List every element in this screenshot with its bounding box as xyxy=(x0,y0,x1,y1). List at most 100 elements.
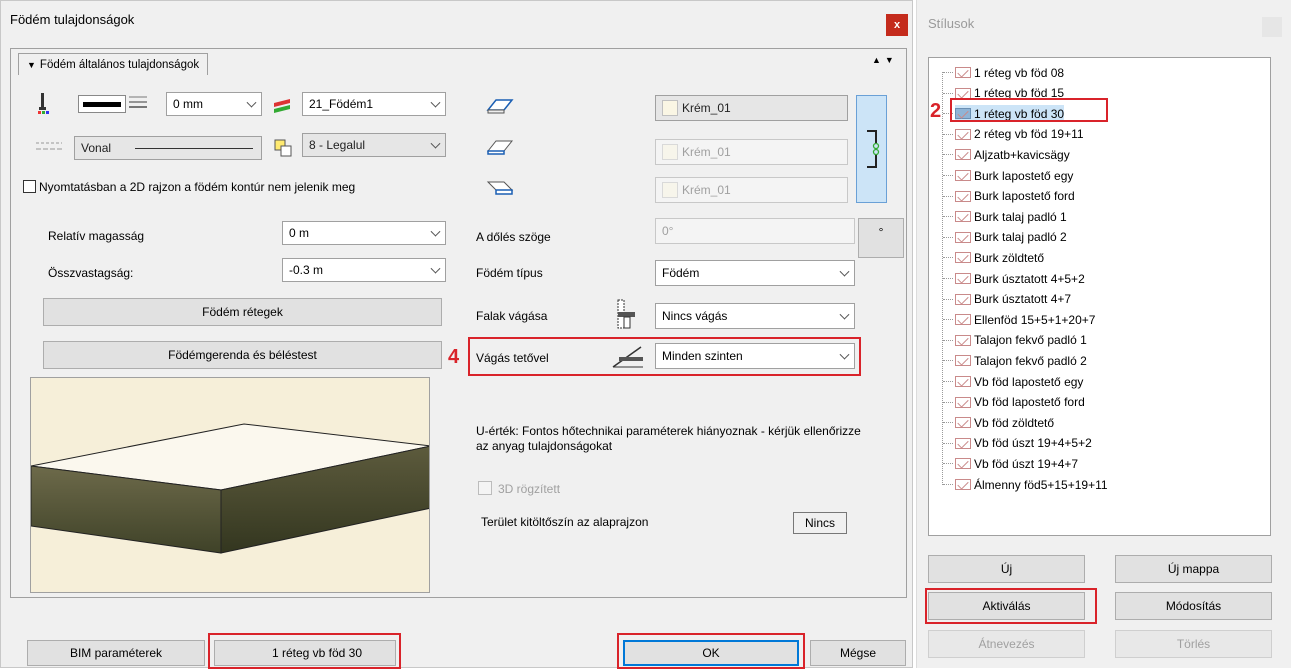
cancel-button[interactable]: Mégse xyxy=(810,640,906,666)
line-thickness-select[interactable]: 0 mm xyxy=(166,92,262,116)
style-icon xyxy=(955,273,971,284)
tree-connector xyxy=(943,401,953,403)
wall-cut-label: Falak vágása xyxy=(476,309,548,323)
annotation-number-2: 2 xyxy=(930,100,942,122)
relative-height-input[interactable]: 0 m xyxy=(282,221,446,245)
roof-cut-icon xyxy=(611,343,645,369)
floor-slab-preview-icon xyxy=(30,423,432,554)
annotation-number-4: 4 xyxy=(448,346,460,368)
style-icon xyxy=(955,417,971,429)
style-item-label: Álmenny föd5+15+19+11 xyxy=(974,477,1108,492)
tree-connector xyxy=(943,257,953,259)
new-folder-button[interactable]: Új mappa xyxy=(1115,555,1272,583)
3d-preview xyxy=(30,377,432,593)
relative-height-label: Relatív magasság xyxy=(48,229,145,243)
style-tree-item[interactable]: Burk úsztatott 4+7 xyxy=(943,291,1072,308)
material-side-swatch xyxy=(662,182,678,198)
style-tree-item[interactable]: Burk zöldtető xyxy=(943,249,1044,266)
style-icon xyxy=(955,149,971,161)
tree-connector xyxy=(943,422,953,424)
print-contour-checkbox[interactable] xyxy=(23,180,36,193)
line-type-value: Vonal xyxy=(81,141,112,155)
tree-connector xyxy=(943,92,953,94)
rename-button[interactable]: Átnevezés xyxy=(928,630,1085,658)
style-tree-item[interactable]: Burk lapostető ford xyxy=(943,188,1075,205)
link-materials-toggle[interactable] xyxy=(856,95,887,203)
chain-link-icon xyxy=(866,130,879,168)
slope-label: A dőlés szöge xyxy=(476,230,551,244)
style-tree-item[interactable]: 1 réteg vb föd 08 xyxy=(943,64,1065,81)
thickness-value: -0.3 m xyxy=(289,263,324,277)
line-type-select[interactable]: Vonal xyxy=(74,136,262,160)
wall-cut-icon xyxy=(615,298,637,330)
relative-height-value: 0 m xyxy=(289,226,310,240)
style-tree-item[interactable]: Burk úsztatott 4+5+2 xyxy=(943,270,1085,287)
style-tree-item[interactable]: Burk lapostető egy xyxy=(943,167,1073,184)
style-item-label: Burk úsztatott 4+7 xyxy=(974,292,1072,307)
slope-input[interactable]: 0° xyxy=(655,218,855,244)
style-tree-item[interactable]: Burk talaj padló 1 xyxy=(943,208,1067,225)
tree-connector xyxy=(943,463,953,465)
modify-button[interactable]: Módosítás xyxy=(1115,592,1272,620)
line-weight-icon xyxy=(129,95,147,109)
style-tree-item[interactable]: Vb föd lapostető egy xyxy=(943,373,1083,390)
bim-parameters-button[interactable]: BIM paraméterek xyxy=(27,640,205,666)
material-bottom-field[interactable]: Krém_01 xyxy=(655,139,848,165)
style-tree-item[interactable]: Vb föd úszt 19+4+5+2 xyxy=(943,435,1092,452)
close-button[interactable]: x xyxy=(886,14,908,36)
roof-cut-label: Vágás tetővel xyxy=(476,351,549,365)
wall-cut-select[interactable]: Nincs vágás xyxy=(655,303,855,329)
material-side-icon xyxy=(484,178,514,198)
material-top-field[interactable]: Krém_01 xyxy=(655,95,848,121)
print-contour-label: Nyomtatásban a 2D rajzon a födém kontúr … xyxy=(39,180,356,194)
u-value-warning: U-érték: Fontos hőtechnikai paraméterek … xyxy=(476,424,861,453)
line-thickness-value: 0 mm xyxy=(173,97,203,111)
floor-type-select[interactable]: Födém xyxy=(655,260,855,286)
fixed-3d-label: 3D rögzített xyxy=(498,482,561,496)
material-bottom-icon xyxy=(484,137,514,157)
style-tree-item[interactable]: Ellenföd 15+5+1+20+7 xyxy=(943,311,1095,328)
style-tree-item[interactable]: Burk talaj padló 2 xyxy=(943,229,1067,246)
fixed-3d-checkbox[interactable] xyxy=(478,481,492,495)
line-color-swatch[interactable] xyxy=(78,95,126,113)
style-item-label: Talajon fekvő padló 1 xyxy=(974,333,1087,348)
style-tree-item[interactable]: Álmenny föd5+15+19+11 xyxy=(943,476,1108,493)
style-tree-item[interactable]: Vb föd lapostető ford xyxy=(943,394,1085,411)
layer-select[interactable]: 21_Födém1 xyxy=(302,92,446,116)
current-style-button[interactable]: 1 réteg vb föd 30 xyxy=(214,640,396,666)
scroll-arrows-icon[interactable]: ▲▼ xyxy=(872,55,898,65)
style-tree-item[interactable]: Talajon fekvő padló 1 xyxy=(943,332,1087,349)
style-icon xyxy=(955,67,971,78)
style-icon xyxy=(955,293,971,305)
material-side-field[interactable]: Krém_01 xyxy=(655,177,848,203)
delete-button[interactable]: Törlés xyxy=(1115,630,1272,658)
activate-button[interactable]: Aktiválás xyxy=(928,592,1085,620)
style-tree-item[interactable]: Talajon fekvő padló 2 xyxy=(943,352,1087,369)
styles-panel-close-button[interactable] xyxy=(1262,17,1282,37)
style-tree-item[interactable]: 2 réteg vb föd 19+11 xyxy=(943,126,1084,143)
slope-unit-button[interactable]: ° xyxy=(858,218,904,258)
style-icon xyxy=(955,376,971,387)
tree-connector xyxy=(943,381,953,382)
style-tree-item[interactable]: Vb föd zöldtető xyxy=(943,414,1054,431)
beam-and-infill-button[interactable]: Födémgerenda és béléstest xyxy=(43,341,442,369)
style-icon xyxy=(955,231,971,243)
thickness-input[interactable]: -0.3 m xyxy=(282,258,446,282)
style-icon xyxy=(955,128,971,140)
new-style-button[interactable]: Új xyxy=(928,555,1085,583)
floor-layers-button[interactable]: Födém rétegek xyxy=(43,298,442,326)
annotation-box-style-item xyxy=(950,98,1108,122)
fill-color-button[interactable]: Nincs xyxy=(793,512,847,534)
tree-connector xyxy=(943,442,953,444)
section-tab-general[interactable]: ▼ Födém általános tulajdonságok xyxy=(18,53,209,75)
tree-connector xyxy=(943,360,953,362)
style-icon xyxy=(955,437,971,449)
roof-cut-select[interactable]: Minden szinten xyxy=(655,343,855,369)
material-bottom-swatch xyxy=(662,144,678,160)
style-tree-item[interactable]: Vb föd úszt 19+4+7 xyxy=(943,455,1078,472)
style-tree-item[interactable]: Aljzatb+kavicsägy xyxy=(943,146,1070,163)
ok-button[interactable]: OK xyxy=(623,640,799,666)
draw-order-select[interactable]: 8 - Legalul xyxy=(302,133,446,157)
style-item-label: 1 réteg vb föd 08 xyxy=(974,65,1065,80)
pen-icon xyxy=(36,92,50,114)
